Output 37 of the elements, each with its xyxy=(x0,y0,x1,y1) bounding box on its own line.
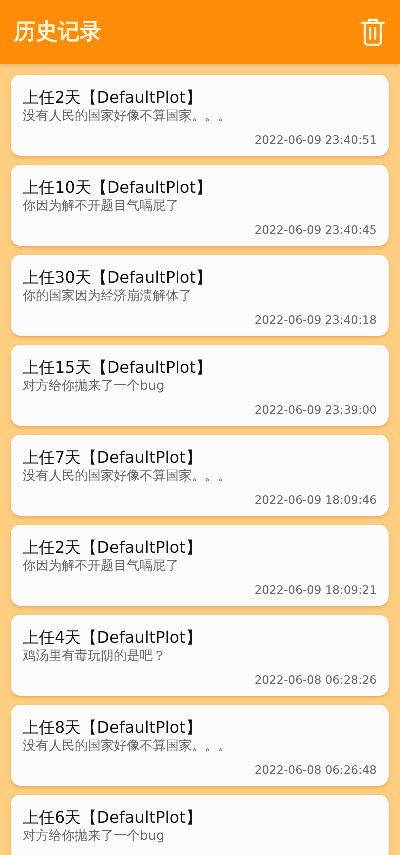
history-card[interactable]: 上任15天【DefaultPlot】 对方给你抛来了一个bug 2022-06-09 23:39:00 xyxy=(11,345,389,426)
record-title: 上任6天【DefaultPlot】 xyxy=(23,808,203,828)
history-card[interactable]: 上任6天【DefaultPlot】 对方给你抛来了一个bug xyxy=(11,795,389,855)
record-title: 上任2天【DefaultPlot】 xyxy=(23,88,203,108)
record-title: 上任8天【DefaultPlot】 xyxy=(23,718,203,738)
page-title: 历史记录 xyxy=(14,19,102,47)
record-message: 没有人民的国家好像不算国家。。。 xyxy=(23,468,232,486)
history-card[interactable]: 上任10天【DefaultPlot】 你因为解不开题目气嗝屁了 2022-06-09 23:40:45 xyxy=(11,165,389,246)
record-message: 没有人民的国家好像不算国家。。。 xyxy=(23,108,232,126)
record-message: 鸡汤里有毒玩阴的是吧？ xyxy=(23,648,167,666)
trash-icon[interactable] xyxy=(360,18,386,46)
record-time: 2022-06-09 23:40:18 xyxy=(254,312,377,328)
record-time: 2022-06-08 06:28:26 xyxy=(254,672,377,688)
record-message: 你因为解不开题目气嗝屁了 xyxy=(23,558,180,576)
history-card[interactable]: 上任4天【DefaultPlot】 鸡汤里有毒玩阴的是吧？ 2022-06-08 06:28:26 xyxy=(11,615,389,696)
history-card[interactable]: 上任8天【DefaultPlot】 没有人民的国家好像不算国家。。。 2022-06-08 06:26:48 xyxy=(11,705,389,786)
record-message: 对方给你抛来了一个bug xyxy=(23,378,166,396)
record-time: 2022-06-09 18:09:21 xyxy=(254,582,377,598)
record-title: 上任4天【DefaultPlot】 xyxy=(23,628,203,648)
record-title: 上任10天【DefaultPlot】 xyxy=(23,178,213,198)
record-message: 你因为解不开题目气嗝屁了 xyxy=(23,198,180,216)
record-message: 没有人民的国家好像不算国家。。。 xyxy=(23,738,232,756)
record-time: 2022-06-09 23:39:00 xyxy=(254,402,377,418)
history-card[interactable]: 上任30天【DefaultPlot】 你的国家因为经济崩溃解体了 2022-06-09 23:40:18 xyxy=(11,255,389,336)
record-time: 2022-06-09 23:40:45 xyxy=(254,222,377,238)
record-time: 2022-06-09 23:40:51 xyxy=(254,132,377,148)
record-title: 上任30天【DefaultPlot】 xyxy=(23,268,213,288)
record-message: 你的国家因为经济崩溃解体了 xyxy=(23,288,193,306)
record-time: 2022-06-08 06:26:48 xyxy=(254,762,377,778)
record-message: 对方给你抛来了一个bug xyxy=(23,828,166,846)
record-title: 上任15天【DefaultPlot】 xyxy=(23,358,213,378)
record-title: 上任7天【DefaultPlot】 xyxy=(23,448,203,468)
history-card[interactable]: 上任2天【DefaultPlot】 你因为解不开题目气嗝屁了 2022-06-09 18:09:21 xyxy=(11,525,389,606)
record-title: 上任2天【DefaultPlot】 xyxy=(23,538,203,558)
history-card[interactable]: 上任2天【DefaultPlot】 没有人民的国家好像不算国家。。。 2022-06-09 23:40:51 xyxy=(11,75,389,156)
record-time: 2022-06-09 18:09:46 xyxy=(254,492,377,508)
history-card[interactable]: 上任7天【DefaultPlot】 没有人民的国家好像不算国家。。。 2022-06-09 18:09:46 xyxy=(11,435,389,516)
